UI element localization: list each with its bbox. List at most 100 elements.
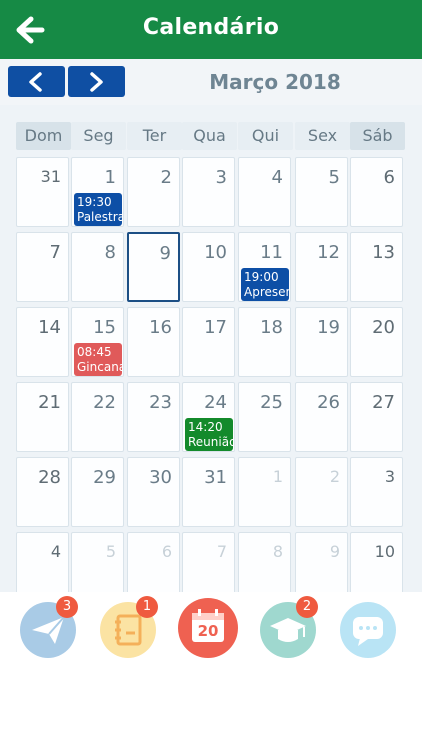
day-cell[interactable]: 25 <box>238 382 291 452</box>
day-number: 5 <box>328 167 340 188</box>
day-number: 31 <box>40 167 61 186</box>
day-cell[interactable]: 27 <box>350 382 403 452</box>
day-cell[interactable]: 5 <box>71 532 124 592</box>
event-title: Palestra <box>77 210 122 224</box>
calendar-icon: 20 <box>178 598 238 658</box>
event-title: Apresen <box>244 285 289 299</box>
day-number: 6 <box>161 542 172 561</box>
day-cell[interactable]: 12 <box>295 232 348 302</box>
next-month-button[interactable] <box>68 66 125 97</box>
day-cell[interactable]: 28 <box>16 457 69 527</box>
event-chip[interactable]: 19:30 Palestra <box>74 193 122 226</box>
day-number: 1 <box>104 167 116 188</box>
day-number: 2 <box>329 467 340 486</box>
day-cell[interactable]: 4 <box>238 157 291 227</box>
day-cell[interactable]: 13 <box>350 232 403 302</box>
day-number: 15 <box>93 317 116 338</box>
calendar-grid: Dom Seg Ter Qua Qui Sex Sáb 31 1 2 3 4 5 6 7 8 9 10 11 12 13… <box>0 105 422 592</box>
event-time: 08:45 <box>77 345 112 359</box>
day-number: 19 <box>317 317 340 338</box>
day-number: 10 <box>204 242 227 263</box>
tab-calendar[interactable]: 20 <box>178 592 242 666</box>
day-cell[interactable]: 1 <box>238 457 291 527</box>
day-cell[interactable]: 8 <box>238 532 291 592</box>
day-cell[interactable]: 29 <box>71 457 124 527</box>
weekday-header: Sex <box>295 122 350 150</box>
page-title: Calendário <box>142 15 280 40</box>
previous-month-button[interactable] <box>8 66 65 97</box>
day-cell[interactable]: 3 <box>350 457 403 527</box>
day-cell-today[interactable]: 9 <box>127 232 180 302</box>
month-navigation: Março 2018 <box>0 59 422 105</box>
day-cell[interactable]: 26 <box>295 382 348 452</box>
day-cell[interactable]: 10 <box>350 532 403 592</box>
day-number: 16 <box>149 317 172 338</box>
day-number: 7 <box>216 542 227 561</box>
day-cell[interactable]: 3 <box>182 157 235 227</box>
day-cell[interactable]: 16 <box>127 307 180 377</box>
day-cell[interactable]: 8 <box>71 232 124 302</box>
day-cell[interactable]: 30 <box>127 457 180 527</box>
chevron-left-icon <box>29 72 42 92</box>
day-number: 4 <box>50 542 61 561</box>
top-app-bar: Calendário <box>0 0 422 59</box>
day-cell[interactable]: 31 <box>182 457 235 527</box>
weekday-header: Qua <box>182 122 237 150</box>
month-label: Março 2018 <box>209 70 341 94</box>
day-cell[interactable]: 10 <box>182 232 235 302</box>
day-cell[interactable]: 2 <box>127 157 180 227</box>
day-number: 23 <box>149 392 172 413</box>
day-cell[interactable]: 4 <box>16 532 69 592</box>
tab-notebook[interactable]: 1 <box>100 592 162 666</box>
event-chip[interactable]: 08:45 Gincana <box>74 343 122 376</box>
day-cell[interactable]: 7 <box>16 232 69 302</box>
day-number: 13 <box>372 242 395 263</box>
day-cell[interactable]: 9 <box>295 532 348 592</box>
day-number: 25 <box>260 392 283 413</box>
day-cell[interactable]: 22 <box>71 382 124 452</box>
day-number: 14 <box>38 317 61 338</box>
day-number: 1 <box>272 467 283 486</box>
day-number: 9 <box>329 542 340 561</box>
day-number: 28 <box>38 467 61 488</box>
weekday-header: Ter <box>127 122 182 150</box>
day-cell[interactable]: 20 <box>350 307 403 377</box>
day-number: 29 <box>93 467 116 488</box>
event-time: 19:30 <box>77 195 112 209</box>
notification-badge: 3 <box>56 596 78 618</box>
notification-badge: 1 <box>136 596 158 618</box>
day-cell[interactable]: 7 <box>182 532 235 592</box>
day-number: 20 <box>372 317 395 338</box>
chevron-right-icon <box>90 72 103 92</box>
event-chip[interactable]: 14:20 Reunião <box>185 418 233 451</box>
day-number: 24 <box>204 392 227 413</box>
day-cell[interactable]: 19 <box>295 307 348 377</box>
weekday-header: Qui <box>238 122 293 150</box>
day-cell[interactable]: 17 <box>182 307 235 377</box>
calendar-day-label: 20 <box>197 622 219 640</box>
event-title: Reunião <box>188 435 233 449</box>
day-number: 30 <box>149 467 172 488</box>
day-cell[interactable]: 6 <box>350 157 403 227</box>
day-number: 4 <box>271 167 283 188</box>
day-number: 5 <box>105 542 116 561</box>
day-cell[interactable]: 14 <box>16 307 69 377</box>
tab-chat[interactable] <box>340 592 402 666</box>
day-cell[interactable]: 5 <box>295 157 348 227</box>
day-cell[interactable]: 21 <box>16 382 69 452</box>
day-number: 27 <box>372 392 395 413</box>
day-cell[interactable]: 18 <box>238 307 291 377</box>
day-cell[interactable]: 23 <box>127 382 180 452</box>
day-cell[interactable]: 2 <box>295 457 348 527</box>
day-cell[interactable]: 31 <box>16 157 69 227</box>
tab-grades[interactable]: 2 <box>260 592 322 666</box>
day-number: 10 <box>374 542 395 561</box>
tab-messages[interactable]: 3 <box>20 592 82 666</box>
day-number: 8 <box>272 542 283 561</box>
weekday-header: Sáb <box>350 122 405 150</box>
day-number: 9 <box>159 243 171 264</box>
bottom-tab-bar: 3 1 20 2 <box>0 592 422 750</box>
event-chip[interactable]: 19:00 Apresen <box>241 268 289 301</box>
day-cell[interactable]: 6 <box>127 532 180 592</box>
day-number: 21 <box>38 392 61 413</box>
